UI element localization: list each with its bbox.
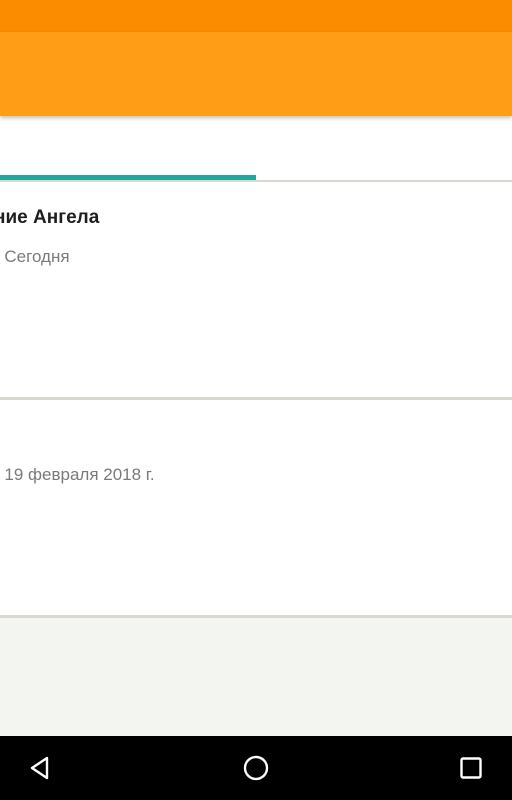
tab-second[interactable] — [256, 116, 512, 182]
home-circle-icon — [243, 755, 269, 781]
list-item[interactable]: ние Ангела - Сегодня — [0, 182, 512, 400]
list-item-date: - Сегодня — [0, 247, 70, 266]
tab-strip — [0, 116, 512, 182]
home-button[interactable] — [236, 748, 276, 788]
navigation-bar — [0, 736, 512, 800]
list-item-title: ние Ангела — [0, 207, 100, 228]
empty-area — [0, 618, 512, 736]
recent-apps-square-icon — [460, 757, 482, 779]
list-item[interactable]: - 19 февраля 2018 г. — [0, 400, 512, 618]
recent-apps-button[interactable] — [451, 748, 491, 788]
back-triangle-icon — [30, 756, 49, 780]
tab-first[interactable] — [0, 116, 256, 182]
back-button[interactable] — [20, 748, 60, 788]
app-bar — [0, 32, 512, 116]
status-bar — [0, 0, 512, 32]
list-item-date: - 19 февраля 2018 г. — [0, 465, 155, 484]
